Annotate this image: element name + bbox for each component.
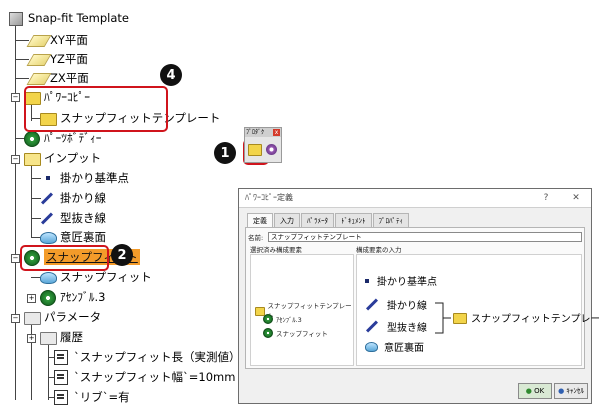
body-gear-icon [263,314,273,324]
cancel-icon: ● [558,387,565,395]
expand-icon[interactable]: + [27,334,36,343]
collapse-icon[interactable]: − [11,155,20,164]
body-gear-icon [40,290,56,306]
left-item-assemble[interactable]: ｱｾﾝﾌﾞﾙ.3 [263,314,302,324]
name-label: 名前: [248,234,264,242]
surface-icon [40,230,57,244]
tab-parameters[interactable]: ﾊﾟﾗﾒｰﾀ [301,213,334,228]
body-gear-icon [24,131,40,147]
name-field[interactable]: スナップフィットテンプレート [268,232,582,242]
input-hook-line[interactable]: 掛かり線 [365,297,427,312]
ok-button[interactable]: ● OK [518,383,552,399]
selected-components-header: 選択済み構成要素 [250,246,302,254]
component-inputs-header: 構成要素の入力 [356,246,402,254]
tree-item-assemble-3[interactable]: ｱｾﾝﾌﾞﾙ.3 [40,289,105,306]
point-icon [365,278,369,283]
tree-item-yz-plane[interactable]: YZ平面 [26,51,88,67]
geometry-set-icon [24,151,41,166]
tab-documents[interactable]: ﾄﾞｷｭﾒﾝﾄ [335,213,372,228]
input-design-back-surface[interactable]: 意匠裏面 [365,339,424,354]
power-copy-icon [453,313,467,324]
ok-check-icon: ● [525,387,532,395]
plane-icon [26,71,52,85]
tree-item-history[interactable]: 履歴 [40,329,83,345]
tree-item-input[interactable]: インプット [24,150,101,166]
close-button[interactable]: ✕ [567,189,585,207]
power-copy-definition-dialog: ﾊﾟﾜｰｺﾋﾟｰ定義 ? ✕ 定義 入力 ﾊﾟﾗﾒｰﾀ ﾄﾞｷｭﾒﾝﾄ ﾌﾟﾛﾊ… [238,188,599,404]
plane-icon [26,33,52,47]
tree-item-param-rib[interactable]: `リブ`=有 [54,389,130,405]
parameter-icon [54,390,70,405]
cancel-button[interactable]: ● ｷｬﾝｾﾙ [554,383,588,399]
dialog-titlebar: ﾊﾟﾜｰｺﾋﾟｰ定義 ? ✕ [239,189,591,208]
catalog-button[interactable] [265,142,279,157]
input-bracket [435,302,451,334]
callout-box-2 [20,245,109,271]
product-icon [8,11,24,26]
point-icon [40,171,56,185]
collapse-icon[interactable]: − [11,254,20,263]
tree-item-hook-point[interactable]: 掛かり基準点 [40,170,129,186]
help-button[interactable]: ? [537,189,555,207]
line-icon [365,320,379,333]
parameter-icon [54,350,70,365]
tree-item-parameters[interactable]: パラメータ [24,309,101,325]
tab-definition[interactable]: 定義 [247,213,273,228]
toolbar-close-button[interactable]: x [273,129,280,136]
tree-item-zx-plane[interactable]: ZX平面 [26,70,89,86]
callout-box-4 [24,86,168,132]
left-item-snapfit[interactable]: スナップフィット [263,328,328,338]
tree-item-snapfit-surface[interactable]: スナップフィット [40,269,152,285]
definition-panel: 名前: スナップフィットテンプレート 選択済み構成要素 構成要素の入力 スナップ… [245,227,599,369]
catalog-icon [266,144,277,155]
step-badge-1: 1 [214,142,236,164]
collapse-icon[interactable]: − [11,93,20,102]
component-inputs-viewer: 掛かり基準点 掛かり線 型抜き線 意匠裏面 スナップフィットテンプレート [356,254,599,366]
plane-icon [26,52,52,66]
input-draft-line[interactable]: 型抜き線 [365,319,427,334]
power-copy-icon [248,144,262,156]
tree-item-design-back-surface[interactable]: 意匠裏面 [40,229,106,245]
step-badge-2: 2 [111,244,133,266]
selected-components-list: スナップフィットテンプレート ｱｾﾝﾌﾞﾙ.3 スナップフィット [250,254,354,366]
product-toolbar: ﾌﾟﾛﾀﾞｸ x [244,127,282,163]
line-icon [40,191,56,205]
dialog-title: ﾊﾟﾜｰｺﾋﾟｰ定義 [245,193,293,202]
tree-item-param-width[interactable]: `スナップフィット幅`=10mm [54,369,235,385]
step-badge-4: 4 [160,64,182,86]
instantiate-power-copy-button[interactable] [248,142,263,157]
tree-item-hook-line[interactable]: 掛かり線 [40,190,106,206]
dialog-tabs: 定義 入力 ﾊﾟﾗﾒｰﾀ ﾄﾞｷｭﾒﾝﾄ ﾌﾟﾛﾊﾟﾃｨ [247,213,410,228]
collapse-icon[interactable]: − [11,314,20,323]
tree-root-label: Snap-fit Template [28,11,129,25]
history-folder-icon [40,330,57,345]
input-hook-point[interactable]: 掛かり基準点 [365,273,437,288]
tree-item-part-body[interactable]: ﾊﾟｰﾂﾎﾞﾃﾞｨｰ [24,130,102,147]
tab-input[interactable]: 入力 [274,213,300,228]
tree-item-draft-line[interactable]: 型抜き線 [40,210,106,226]
tree-root[interactable]: Snap-fit Template [8,10,129,26]
line-icon [40,211,56,225]
tree-item-xy-plane[interactable]: XY平面 [26,32,88,48]
tab-properties[interactable]: ﾌﾟﾛﾊﾟﾃｨ [372,213,409,228]
parameter-folder-icon [24,310,41,325]
line-icon [365,298,379,311]
parameter-icon [54,370,70,385]
surface-icon [365,341,378,352]
expand-icon[interactable]: + [27,294,36,303]
result-template: スナップフィットテンプレート [453,310,599,325]
surface-icon [40,270,57,284]
body-gear-icon [263,328,273,338]
